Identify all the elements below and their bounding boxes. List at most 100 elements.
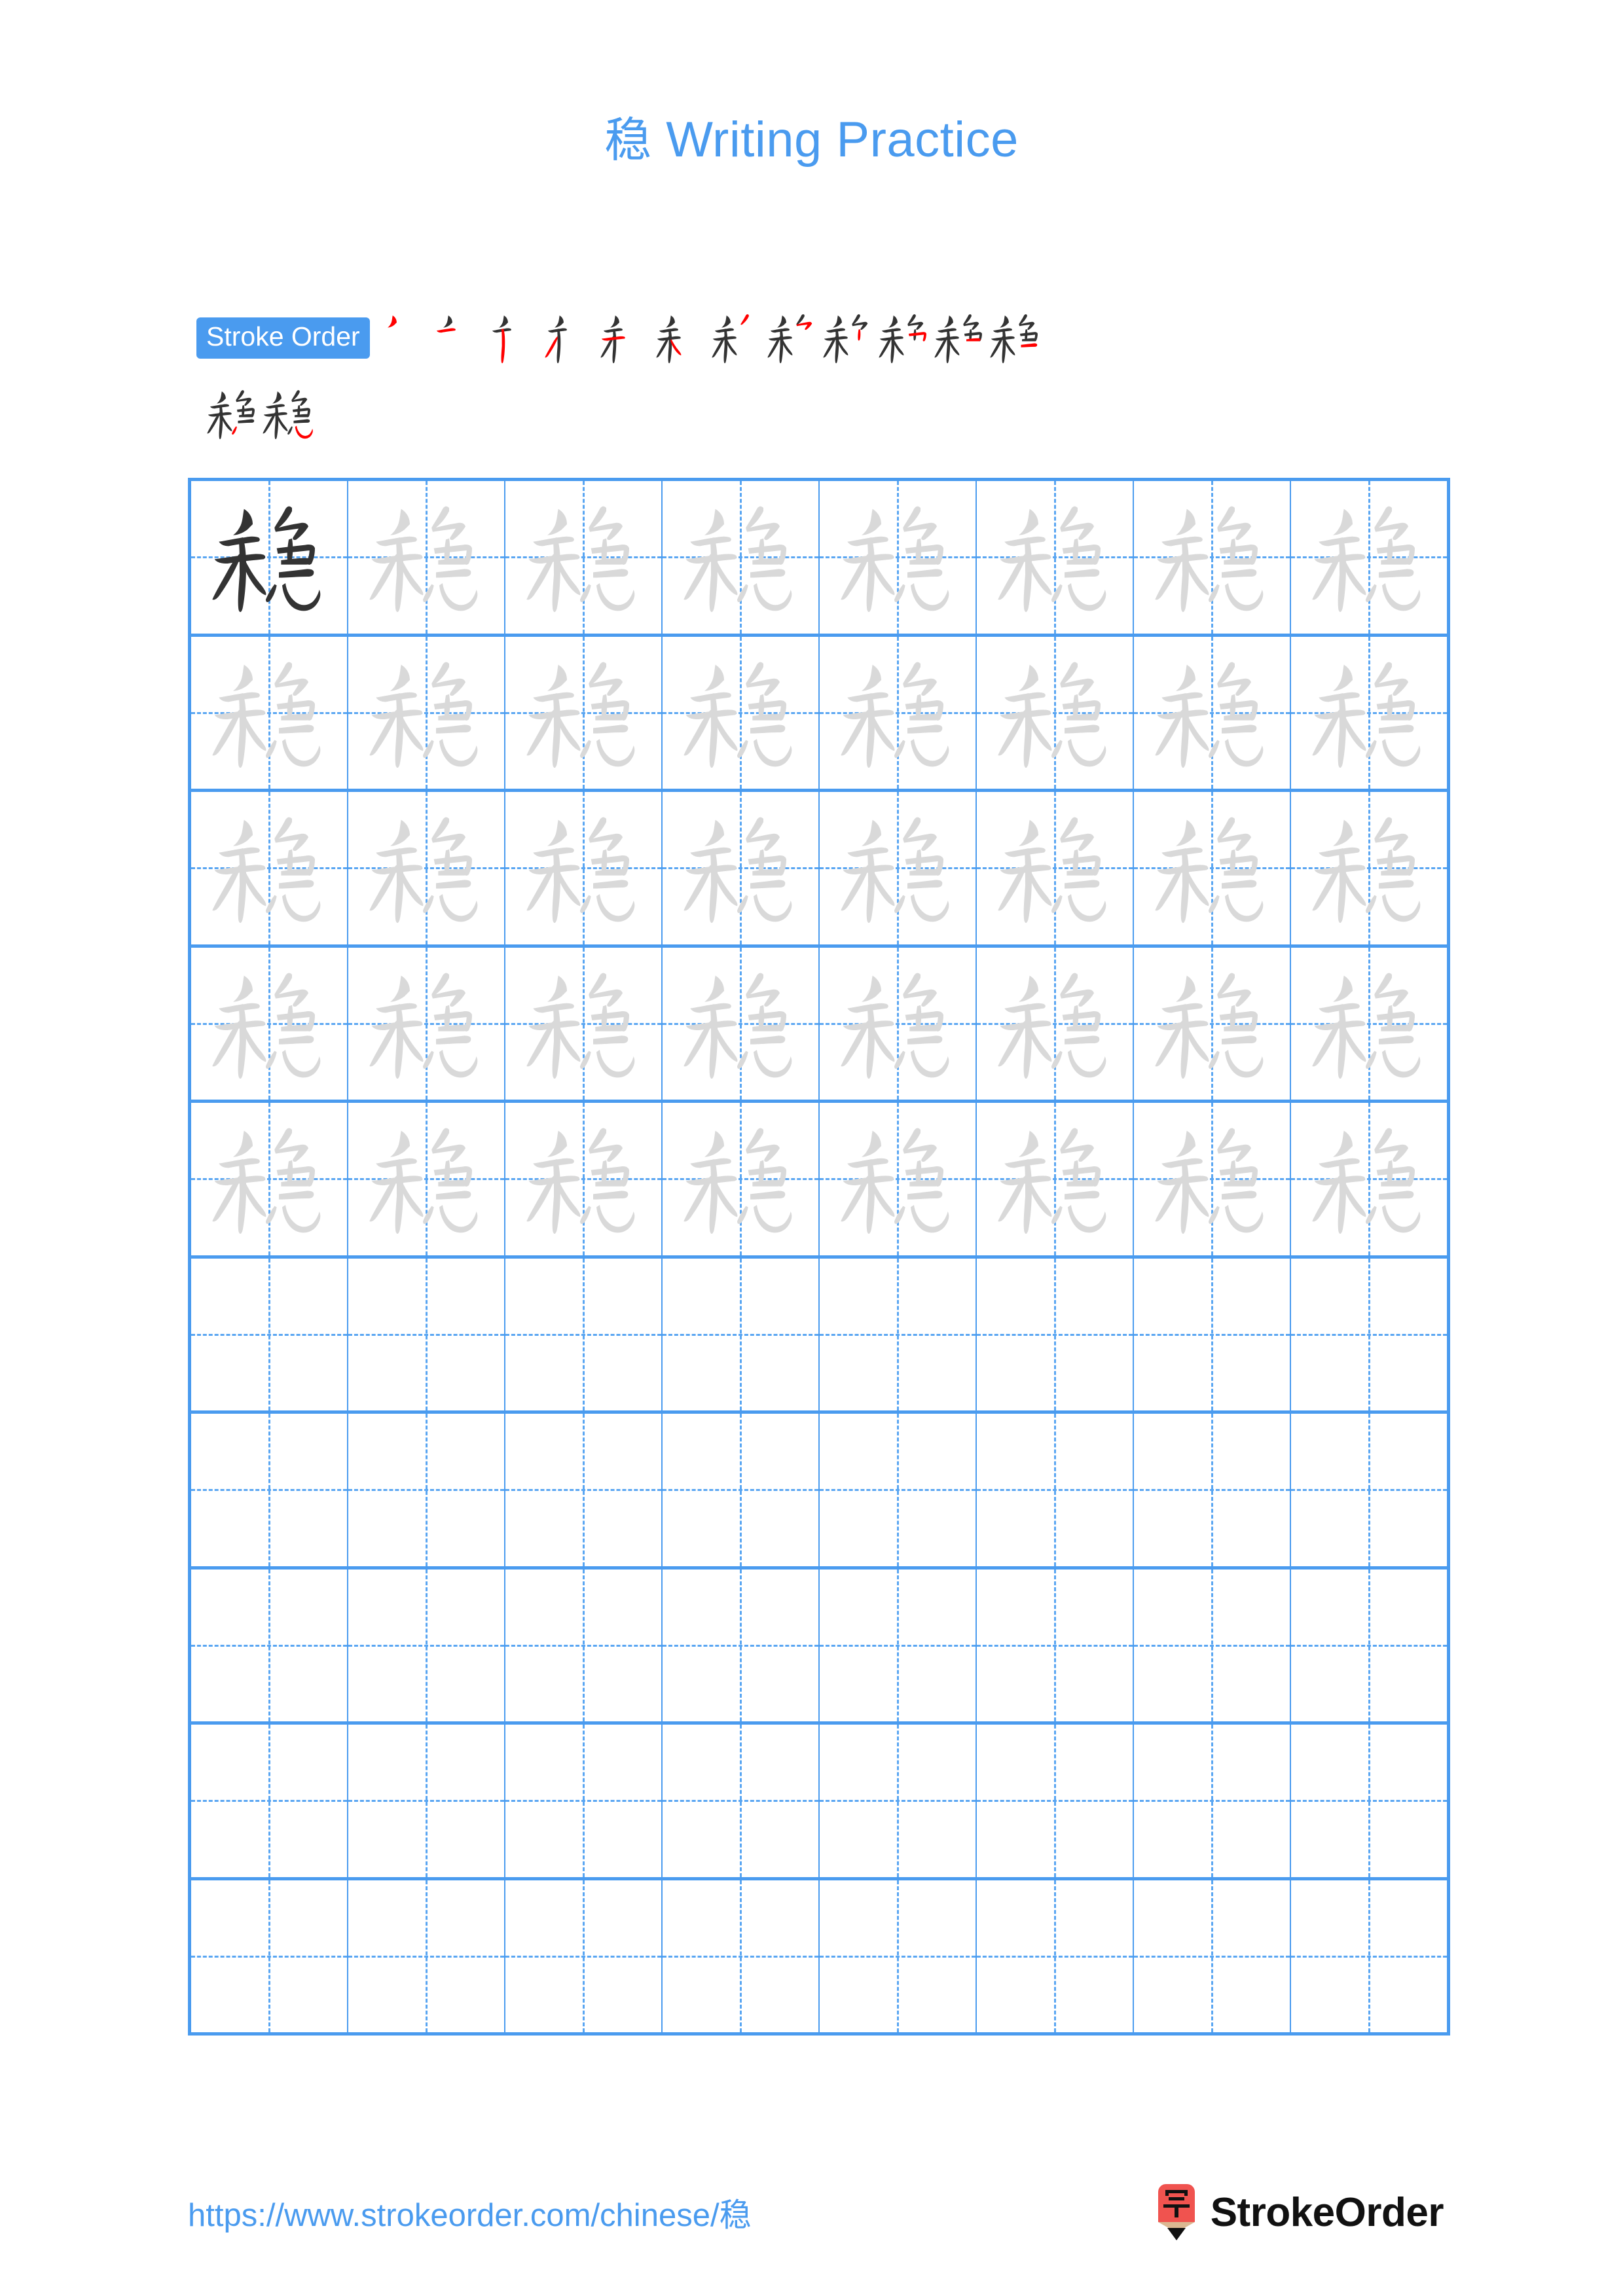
grid-cell[interactable] [191, 636, 348, 789]
grid-cell[interactable] [977, 1414, 1134, 1566]
grid-cell[interactable] [348, 636, 505, 789]
grid-cell[interactable] [505, 1414, 663, 1566]
page-title-text: Writing Practice [651, 112, 1019, 168]
grid-cell[interactable] [505, 636, 663, 789]
grid-cell[interactable] [191, 481, 348, 634]
trace-character [505, 1103, 661, 1255]
grid-cell[interactable] [1291, 637, 1447, 789]
trace-character [1291, 637, 1447, 789]
grid-cell[interactable] [191, 1258, 348, 1410]
grid-cell[interactable] [191, 1725, 348, 1877]
grid-cell[interactable] [820, 1725, 977, 1877]
grid-cell[interactable] [1291, 948, 1447, 1100]
grid-row [191, 1258, 1447, 1414]
grid-cell[interactable] [820, 792, 977, 944]
grid-cell[interactable] [663, 1258, 820, 1410]
grid-cell[interactable] [663, 1725, 820, 1877]
grid-cell[interactable] [977, 636, 1134, 789]
grid-cell[interactable] [191, 1569, 348, 1721]
grid-cell[interactable] [1134, 1569, 1291, 1721]
grid-cell[interactable] [977, 1880, 1134, 2032]
grid-cell[interactable] [820, 947, 977, 1100]
grid-cell[interactable] [820, 1414, 977, 1566]
grid-cell[interactable] [977, 947, 1134, 1100]
grid-cell[interactable] [348, 1569, 505, 1721]
grid-cell[interactable] [1291, 1725, 1447, 1877]
grid-cell[interactable] [348, 1103, 505, 1255]
stroke-frame-2 [432, 302, 488, 373]
stroke-frame-3 [488, 302, 543, 373]
grid-cell[interactable] [1134, 1725, 1291, 1877]
grid-cell[interactable] [977, 481, 1134, 634]
grid-cell[interactable] [663, 947, 820, 1100]
trace-character [348, 948, 504, 1100]
grid-cell[interactable] [191, 1103, 348, 1255]
trace-character [820, 481, 976, 634]
grid-cell[interactable] [977, 1258, 1134, 1410]
grid-cell[interactable] [1291, 792, 1447, 944]
grid-cell[interactable] [1291, 1880, 1447, 2033]
grid-cell[interactable] [1291, 1414, 1447, 1566]
grid-cell[interactable] [191, 1880, 348, 2032]
grid-cell[interactable] [505, 1258, 663, 1410]
grid-cell[interactable] [191, 947, 348, 1100]
grid-cell[interactable] [348, 481, 505, 634]
trace-character [1134, 481, 1290, 634]
grid-cell[interactable] [348, 947, 505, 1100]
grid-cell[interactable] [663, 481, 820, 634]
grid-cell[interactable] [505, 947, 663, 1100]
grid-cell[interactable] [820, 1569, 977, 1721]
grid-cell[interactable] [348, 1880, 505, 2032]
grid-cell[interactable] [348, 1414, 505, 1566]
grid-cell[interactable] [1134, 636, 1291, 789]
grid-cell[interactable] [505, 1103, 663, 1255]
grid-cell[interactable] [1134, 1880, 1291, 2032]
grid-cell[interactable] [1134, 947, 1291, 1100]
grid-cell[interactable] [977, 792, 1134, 944]
grid-cell[interactable] [1291, 481, 1447, 634]
trace-character [348, 637, 504, 789]
trace-character [820, 1103, 976, 1255]
grid-cell[interactable] [663, 1103, 820, 1255]
grid-cell[interactable] [348, 1258, 505, 1410]
grid-cell[interactable] [348, 792, 505, 944]
grid-cell[interactable] [1134, 1103, 1291, 1255]
grid-cell[interactable] [1291, 1570, 1447, 1722]
grid-cell[interactable] [505, 792, 663, 944]
grid-cell[interactable] [1134, 792, 1291, 944]
trace-character [505, 792, 661, 944]
grid-cell[interactable] [820, 481, 977, 634]
grid-cell[interactable] [1291, 1103, 1447, 1255]
grid-cell[interactable] [977, 1569, 1134, 1721]
grid-cell[interactable] [348, 1725, 505, 1877]
grid-cell[interactable] [820, 1103, 977, 1255]
grid-cell[interactable] [820, 1880, 977, 2032]
grid-cell[interactable] [977, 1725, 1134, 1877]
grid-cell[interactable] [663, 1414, 820, 1566]
practice-grid [188, 478, 1450, 2036]
trace-character [977, 792, 1133, 944]
grid-cell[interactable] [191, 1414, 348, 1566]
footer-url[interactable]: https://www.strokeorder.com/chinese/稳 [188, 2189, 752, 2236]
grid-cell[interactable] [663, 1569, 820, 1721]
stroke-order-section: Stroke Order [196, 302, 1460, 449]
grid-cell[interactable] [1134, 1258, 1291, 1410]
grid-cell[interactable] [663, 636, 820, 789]
trace-character [663, 637, 818, 789]
grid-cell[interactable] [663, 1880, 820, 2032]
grid-cell[interactable] [505, 1569, 663, 1721]
grid-cell[interactable] [505, 481, 663, 634]
grid-cell[interactable] [505, 1880, 663, 2032]
trace-character [977, 481, 1133, 634]
grid-cell[interactable] [1134, 1414, 1291, 1566]
trace-character [348, 481, 504, 634]
grid-cell[interactable] [820, 636, 977, 789]
grid-cell[interactable] [1291, 1259, 1447, 1411]
grid-cell[interactable] [1134, 481, 1291, 634]
grid-cell[interactable] [977, 1103, 1134, 1255]
grid-cell[interactable] [663, 792, 820, 944]
stroke-order-row-1: Stroke Order [196, 302, 1460, 373]
grid-cell[interactable] [820, 1258, 977, 1410]
grid-cell[interactable] [191, 792, 348, 944]
grid-cell[interactable] [505, 1725, 663, 1877]
